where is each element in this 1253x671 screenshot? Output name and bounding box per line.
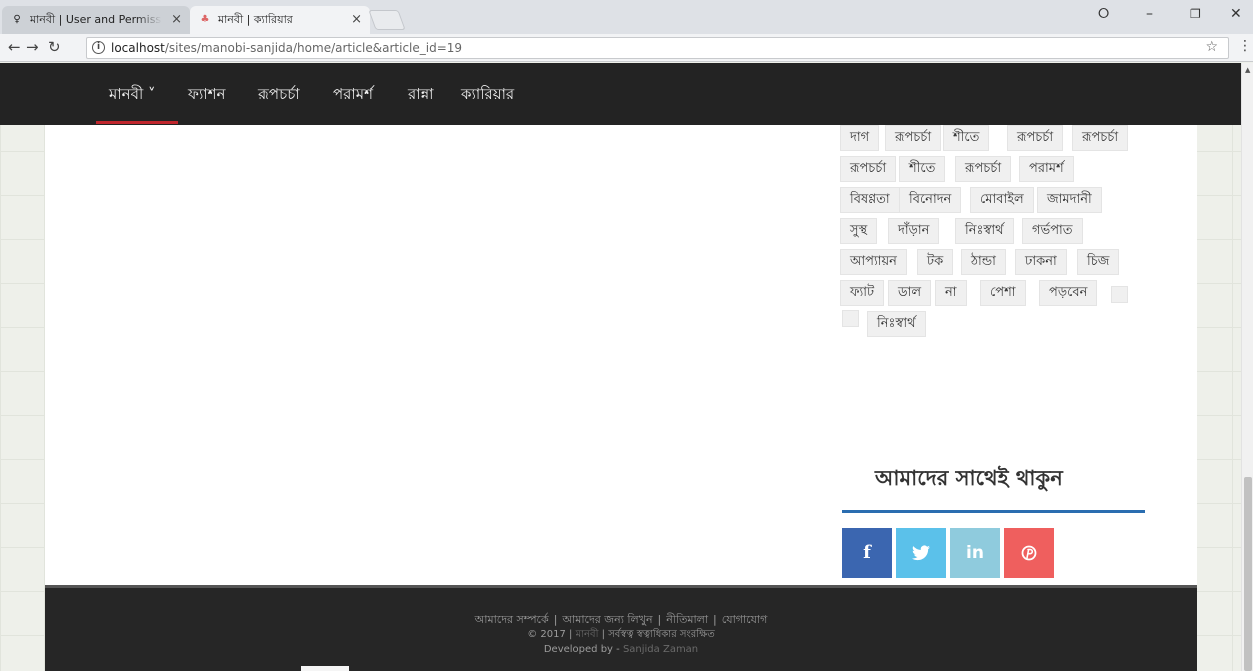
footer-link-about[interactable]: আমাদের সম্পর্কে [475, 613, 549, 626]
nav-item-manobi[interactable]: মানবী ˅ [109, 83, 156, 108]
close-tab-icon[interactable]: × [171, 6, 182, 34]
tag-item[interactable]: রূপচর্চা [1007, 125, 1064, 151]
tag-item[interactable]: রূপচর্চা [1072, 125, 1129, 151]
site-favicon-icon: ♣ [200, 14, 210, 25]
window-close-icon[interactable]: ✕ [1230, 6, 1242, 22]
developed-by-label: Developed by - [543, 644, 620, 655]
close-tab-icon[interactable]: × [351, 6, 362, 34]
back-arrow-icon[interactable]: ← [8, 38, 21, 56]
tag-item[interactable]: আপ্যায়ন [840, 249, 907, 275]
nav-item-beauty[interactable]: রূপচর্চা [258, 83, 300, 108]
nav-active-indicator [96, 121, 178, 124]
developer-link[interactable]: Sanjida Zaman [623, 644, 698, 655]
tag-item[interactable]: নিঃস্বার্থ [867, 311, 926, 337]
url-host: localhost [111, 41, 165, 55]
browser-tab-user-permissions[interactable]: ♀ মানবী | User and Permiss × [2, 6, 190, 34]
main-navbar: মানবী ˅ ফ্যাশন রূপচর্চা পরামর্শ রান্না ক… [0, 63, 1241, 125]
twitter-bird-glyph [912, 545, 930, 561]
scroll-thumb[interactable] [1244, 477, 1252, 671]
tag-item[interactable]: নিঃস্বার্থ [955, 218, 1014, 244]
url-text: localhost/sites/manobi-sanjida/home/arti… [111, 41, 462, 55]
site-favicon-icon: ♀ [13, 14, 21, 25]
minimize-icon[interactable]: – [1146, 6, 1153, 22]
footer-developer: Developed by - Sanjida Zaman [45, 644, 1197, 655]
tag-item[interactable]: টক [917, 249, 954, 275]
new-tab-button[interactable] [368, 10, 406, 30]
reload-icon[interactable]: ↻ [48, 38, 61, 56]
footer-link-contact[interactable]: যোগাযোগ [722, 613, 768, 626]
linkedin-icon[interactable]: in [950, 528, 1000, 578]
tag-item[interactable]: পড়বেন [1039, 280, 1098, 306]
twitter-icon[interactable] [896, 528, 946, 578]
page-scrollbar[interactable]: ▲ [1241, 63, 1253, 671]
tag-item[interactable]: রূপচর্চা [885, 125, 942, 151]
tag-item[interactable]: রূপচর্চা [840, 156, 897, 182]
tab-title: মানবী | User and Permiss [30, 13, 162, 26]
footer-link-policy[interactable]: নীতিমালা [666, 613, 708, 626]
star-icon[interactable]: ☆ [1205, 39, 1218, 55]
browser-tab-career[interactable]: ♣ মানবী | ক্যারিয়ার × [190, 6, 370, 34]
tag-item[interactable]: রূপচর্চা [955, 156, 1012, 182]
pinterest-icon[interactable] [1004, 528, 1054, 578]
footer-widget[interactable] [301, 666, 349, 671]
tag-item[interactable]: দাগ [840, 125, 880, 151]
forward-arrow-icon[interactable]: → [26, 38, 39, 56]
footer-separator: | [657, 613, 662, 626]
tag-placeholder[interactable] [842, 310, 859, 327]
tag-item[interactable]: ডাল [888, 280, 932, 306]
heading-underline [842, 510, 1145, 513]
nav-item-cooking[interactable]: রান্না [408, 83, 434, 108]
tag-item[interactable]: ঠান্ডা [961, 249, 1006, 275]
profile-icon[interactable]: ⭘ [1098, 6, 1109, 22]
tag-item[interactable]: বিষণ্ণতা [840, 187, 900, 213]
follow-us-heading: আমাদের সাথেই থাকুন [875, 466, 1063, 490]
tag-item[interactable]: শীতে [899, 156, 946, 182]
footer-link-write-for-us[interactable]: আমাদের জন্য লিখুন [562, 613, 652, 626]
facebook-icon[interactable]: f [842, 528, 892, 578]
footer-separator: | [713, 613, 717, 626]
tag-item[interactable]: মোবাইল [970, 187, 1034, 213]
restore-icon[interactable]: ❐ [1190, 7, 1201, 21]
url-path: /sites/manobi-sanjida/home/article&artic… [164, 41, 463, 55]
nav-item-advice[interactable]: পরামর্শ [333, 83, 373, 108]
tag-placeholder[interactable] [1111, 286, 1128, 303]
pinterest-glyph [1021, 545, 1037, 561]
nav-item-fashion[interactable]: ফ্যাশন [188, 83, 226, 108]
tag-item[interactable]: না [935, 280, 967, 306]
tag-item[interactable]: জামদানী [1037, 187, 1102, 213]
copyright-prefix: © 2017 | [527, 629, 573, 640]
footer-copyright: © 2017 | মানবী | সর্বস্বত্ব স্বত্বাধিকার… [45, 627, 1197, 644]
info-icon[interactable]: i [92, 41, 105, 54]
nav-item-career[interactable]: ক্যারিয়ার [461, 83, 514, 108]
tag-item[interactable]: বিনোদন [899, 187, 962, 213]
browser-toolbar: ← → ↻ i localhost/sites/manobi-sanjida/h… [0, 34, 1253, 62]
copyright-suffix: | সর্বস্বত্ব স্বত্বাধিকার সংরক্ষিত [601, 629, 715, 640]
tag-item[interactable]: দাঁড়ান [888, 218, 940, 244]
tag-item[interactable]: গর্ভপাত [1022, 218, 1083, 244]
footer-brand-link[interactable]: মানবী [576, 629, 599, 640]
scroll-up-arrow-icon[interactable]: ▲ [1245, 66, 1250, 74]
menu-icon[interactable]: ⋮ [1238, 38, 1252, 54]
browser-tab-strip: ♀ মানবী | User and Permiss × ♣ মানবী | ক… [0, 0, 1253, 34]
page-viewport: মানবী ˅ ফ্যাশন রূপচর্চা পরামর্শ রান্না ক… [0, 63, 1241, 671]
tag-item[interactable]: ঢাকনা [1015, 249, 1067, 275]
address-bar-input[interactable]: i localhost/sites/manobi-sanjida/home/ar… [86, 37, 1229, 59]
main-content: দাগ রূপচর্চা শীতে রূপচর্চা রূপচর্চা রূপচর্চা শ… [45, 125, 1197, 585]
tag-item[interactable]: ফ্যাট [840, 280, 885, 306]
tag-item[interactable]: সুস্থ [840, 218, 878, 244]
tag-item[interactable]: পেশা [980, 280, 1026, 306]
site-footer: আমাদের সম্পর্কে | আমাদের জন্য লিখুন | নীতিমা… [45, 585, 1197, 671]
tag-item[interactable]: পরামর্শ [1019, 156, 1074, 182]
tag-item[interactable]: চিজ [1077, 249, 1120, 275]
tag-item[interactable]: শীতে [943, 125, 990, 151]
footer-separator: | [553, 613, 558, 626]
tab-title: মানবী | ক্যারিয়ার [218, 13, 293, 26]
